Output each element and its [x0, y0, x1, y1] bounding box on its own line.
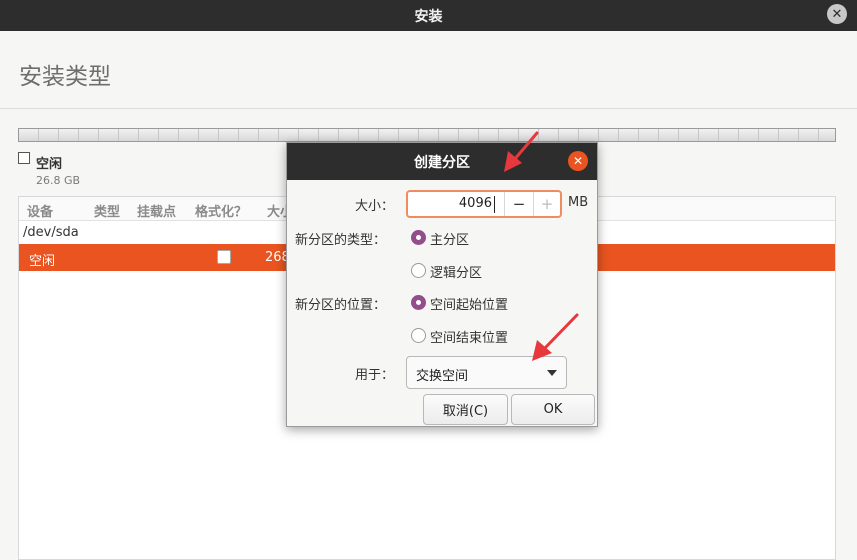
use-as-dropdown[interactable]: 交换空间 [406, 356, 567, 389]
location-start-label[interactable]: 空间起始位置 [430, 294, 508, 313]
cancel-button[interactable]: 取消(C) [423, 394, 508, 425]
primary-partition-label[interactable]: 主分区 [430, 229, 469, 248]
radio-primary-partition[interactable] [411, 230, 426, 245]
chevron-down-icon [547, 370, 557, 376]
use-as-label: 用于： [355, 368, 395, 383]
dialog-close-button[interactable]: ✕ [568, 151, 588, 171]
dialog-titlebar: 创建分区 ✕ [287, 143, 597, 180]
size-input[interactable]: 4096 [408, 196, 492, 211]
free-space-label: 空闲 [29, 254, 56, 269]
radio-logical-partition[interactable] [411, 263, 426, 278]
increment-button[interactable]: + [534, 192, 560, 216]
logical-partition-label[interactable]: 逻辑分区 [430, 262, 482, 281]
column-header-format[interactable]: 格式化？ [195, 201, 247, 220]
ok-button[interactable]: OK [511, 394, 595, 425]
window-titlebar: 安装 ✕ [0, 0, 857, 31]
size-spinbutton[interactable]: 4096 − + [406, 190, 562, 218]
free-space-legend-size: 26.8 GB [36, 174, 81, 187]
column-header-device[interactable]: 设备 [27, 201, 53, 220]
partition-location-label: 新分区的位置： [295, 298, 387, 313]
format-checkbox[interactable] [217, 250, 231, 264]
close-icon: ✕ [572, 154, 584, 168]
dialog-title: 创建分区 [414, 154, 470, 171]
window-close-button[interactable]: ✕ [827, 4, 847, 24]
free-space-legend-swatch [18, 152, 30, 164]
page-title: 安装类型 [19, 64, 111, 90]
column-header-mount[interactable]: 挂载点 [137, 201, 176, 220]
free-space-legend-label: 空闲 [36, 157, 63, 172]
device-name: /dev/sda [23, 225, 79, 240]
page-header: 安装类型 [0, 31, 857, 109]
decrement-button[interactable]: − [505, 192, 533, 216]
close-icon: ✕ [831, 6, 843, 22]
size-unit: MB [568, 195, 589, 210]
partition-type-label: 新分区的类型： [295, 233, 387, 248]
size-label: 大小： [355, 199, 395, 214]
text-cursor [494, 196, 495, 213]
create-partition-dialog: 创建分区 ✕ 大小： 4096 − + MB 新分区的类型： 主分区 逻辑分区 … [286, 142, 598, 427]
use-as-value: 交换空间 [416, 369, 469, 384]
location-end-label[interactable]: 空间结束位置 [430, 327, 508, 346]
column-header-type[interactable]: 类型 [94, 201, 120, 220]
radio-location-end[interactable] [411, 328, 426, 343]
radio-location-start[interactable] [411, 295, 426, 310]
window-title: 安装 [414, 8, 443, 25]
partition-bar [18, 128, 836, 142]
